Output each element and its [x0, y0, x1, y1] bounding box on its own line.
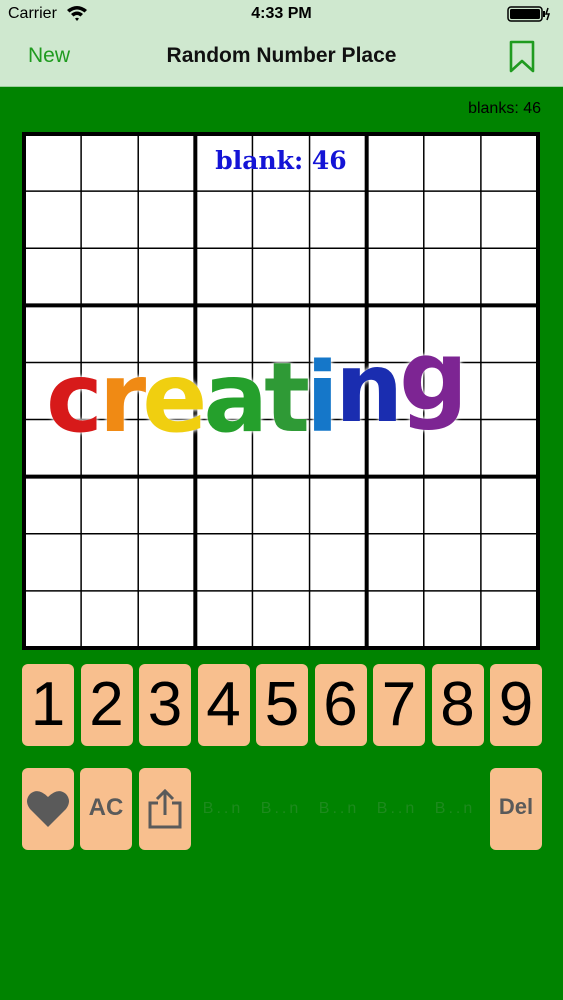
number-keypad: 123456789	[22, 664, 542, 746]
ac-label: AC	[88, 794, 124, 821]
number-key-3[interactable]: 3	[139, 664, 191, 746]
ghost-slot-1: B..n	[202, 800, 244, 817]
number-key-6[interactable]: 6	[314, 664, 367, 746]
carrier-label: Carrier	[8, 5, 57, 22]
creating-letter: e	[142, 342, 207, 454]
creating-letter: i	[306, 342, 339, 454]
delete-button[interactable]: Del	[490, 768, 542, 850]
tool-row: AC B..n B..n B..n B..n B..n Del	[22, 768, 542, 850]
number-key-1[interactable]: 1	[22, 664, 74, 746]
blank-count-label: blank: 46	[215, 146, 347, 175]
creating-overlay: creating	[46, 328, 526, 454]
navigation-bar: New Random Number Place	[0, 28, 563, 87]
new-button[interactable]: New	[28, 44, 70, 68]
ghost-slot-5: B..n	[434, 800, 476, 817]
number-key-8[interactable]: 8	[431, 664, 484, 746]
status-bar: Carrier 4:33 PM	[0, 0, 563, 28]
creating-letter: n	[334, 332, 403, 444]
ghost-slot-4: B..n	[376, 800, 418, 817]
del-label: Del	[498, 794, 534, 819]
creating-letter: t	[264, 342, 310, 454]
ghost-slot-3: B..n	[318, 800, 360, 817]
number-key-5[interactable]: 5	[256, 664, 308, 746]
creating-letter: r	[98, 342, 146, 454]
number-key-4[interactable]: 4	[197, 664, 250, 746]
creating-letter: g	[399, 320, 468, 432]
page-title: Random Number Place	[166, 44, 397, 67]
ghost-slot-2: B..n	[260, 800, 302, 817]
number-key-9[interactable]: 9	[490, 664, 542, 746]
favorite-button[interactable]	[22, 768, 74, 850]
blanks-count: blanks: 46	[468, 100, 541, 117]
sudoku-board[interactable]: blank: 46 creating	[22, 132, 540, 650]
share-button[interactable]	[139, 768, 191, 850]
battery-icon	[507, 6, 551, 22]
clear-all-button[interactable]: AC	[80, 768, 132, 850]
number-key-2[interactable]: 2	[80, 664, 133, 746]
number-key-7[interactable]: 7	[373, 664, 425, 746]
share-icon	[148, 788, 182, 829]
bookmark-icon[interactable]	[507, 40, 537, 74]
heart-icon	[27, 791, 69, 827]
creating-letter: a	[203, 342, 268, 454]
wifi-icon	[67, 6, 87, 21]
creating-letter: c	[46, 342, 103, 454]
